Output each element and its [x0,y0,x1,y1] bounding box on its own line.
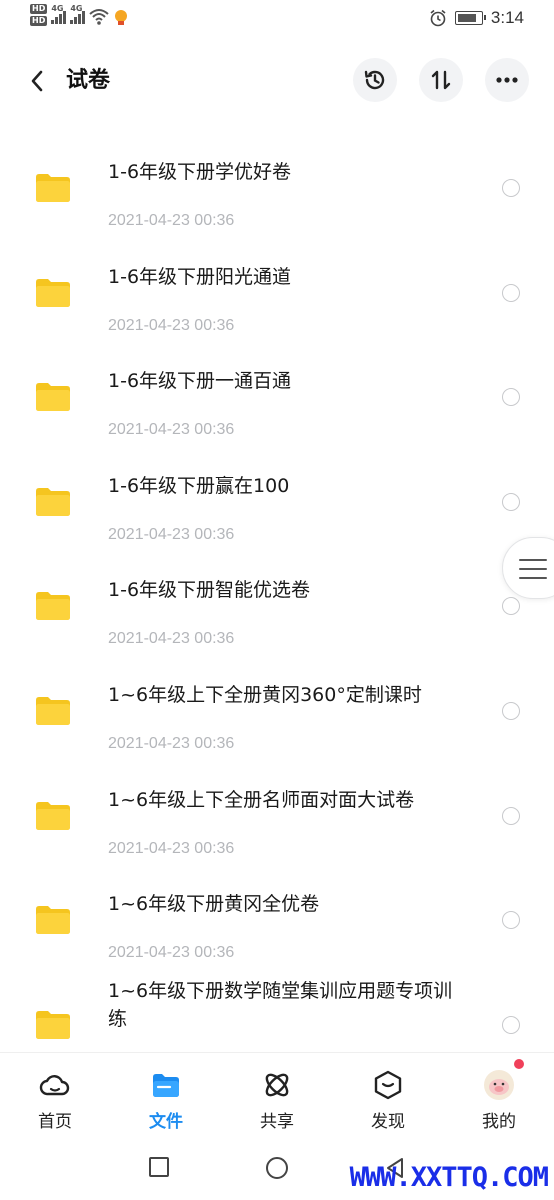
app-notification-icon [115,10,128,25]
more-dots-icon [496,77,518,83]
folder-icon [36,801,70,830]
status-right: 3:14 [429,8,524,28]
circle-icon [266,1157,288,1179]
square-icon [149,1157,169,1177]
more-button[interactable] [485,58,529,102]
file-name: 1-6年级下册智能优选卷 [108,579,311,602]
file-list-item[interactable]: 1~6年级下册数学随堂集训应用题专项训练 [0,973,554,1052]
file-name: 1~6年级下册黄冈全优卷 [108,893,320,916]
hd-badges: HD HD [30,4,48,26]
file-name: 1~6年级上下全册名师面对面大试卷 [108,788,415,811]
battery-icon [454,11,486,25]
nav-item-discover[interactable]: 发现 [333,1053,443,1139]
file-date: 2021-04-23 00:36 [108,421,235,439]
folder-icon [36,697,70,725]
folder-icon [36,174,70,202]
bottom-nav: 首页 文件 共享 发现 我的 [0,1052,554,1138]
nav-item-share[interactable]: 共享 [222,1053,332,1139]
folder-icon [36,592,70,621]
alarm-icon [430,9,446,27]
file-list-item[interactable]: 1-6年级下册一通百通 2021-04-23 00:36 [0,345,554,449]
file-date: 2021-04-23 00:36 [108,630,235,648]
select-radio[interactable] [502,283,520,302]
file-date: 2021-04-23 00:36 [108,944,235,962]
folder-icon [36,1010,70,1039]
file-list-item[interactable]: 1-6年级下册赢在100 2021-04-23 00:36 [0,450,554,554]
status-bar: HD HD 4G 4G 3:14 [0,0,554,38]
file-name: 1-6年级下册阳光通道 [108,265,292,288]
page-title: 试卷 [66,68,111,93]
sort-icon [431,70,451,90]
header: 试卷 [0,52,554,110]
nav-label-discover: 发现 [371,1112,405,1132]
atom-share-icon [265,1073,289,1097]
nav-item-home[interactable]: 首页 [0,1053,110,1139]
select-radio[interactable] [502,179,520,197]
nav-label-share: 共享 [260,1112,294,1132]
select-radio[interactable] [502,492,520,511]
select-radio[interactable] [502,1015,520,1034]
folder-icon [36,487,70,516]
file-list-item[interactable]: 1~6年级上下全册黄冈360°定制课时 2021-04-23 00:36 [0,659,554,763]
avatar-icon [484,1070,514,1100]
nav-item-files[interactable]: 文件 [111,1053,221,1139]
file-list-item[interactable]: 1-6年级下册学优好卷 2021-04-23 00:36 [0,136,554,240]
file-name: 1~6年级下册数学随堂集训应用题专项训练 [108,979,453,1030]
select-radio[interactable] [502,388,520,407]
hd-badge-1: HD [30,4,48,14]
file-list-item[interactable]: 1~6年级下册黄冈全优卷 2021-04-23 00:36 [0,868,554,972]
file-date: 2021-04-23 00:36 [108,839,235,857]
file-name: 1~6年级上下全册黄冈360°定制课时 [108,684,422,706]
notification-dot [514,1059,524,1069]
watermark-text: WWW.XXTTQ.COM [349,1162,549,1193]
status-time: 3:14 [490,8,524,27]
file-list: 1-6年级下册学优好卷 2021-04-23 00:36 1-6年级下册阳光通道 20… [0,122,554,1052]
sort-button[interactable] [419,58,463,102]
file-name: 1-6年级下册赢在100 [108,474,290,497]
recent-apps-button[interactable] [148,1156,170,1182]
wifi-icon [89,9,110,25]
file-name: 1-6年级下册学优好卷 [108,161,292,183]
signal-icon-1: 4G [51,4,67,24]
battery-fill [457,14,476,22]
nav-label-home: 首页 [38,1112,72,1132]
folder-icon [36,278,70,307]
history-button[interactable] [353,58,397,102]
signal-icon-2: 4G [70,4,86,24]
nav-label-mine: 我的 [482,1112,516,1132]
file-list-item[interactable]: 1-6年级下册阳光通道 2021-04-23 00:36 [0,241,554,345]
select-radio[interactable] [502,806,520,825]
select-radio[interactable] [502,702,520,720]
folder-icon [36,906,70,935]
file-date: 2021-04-23 00:36 [108,316,235,334]
menu-lines-icon [519,559,547,586]
hd-badge-2: HD [30,16,48,26]
chevron-left-icon [31,70,43,92]
folder-icon [36,383,70,412]
select-radio[interactable] [502,597,520,616]
file-date: 2021-04-23 00:36 [108,735,235,752]
status-left: HD HD 4G 4G [30,4,129,26]
nav-item-mine[interactable]: 我的 [444,1053,554,1139]
file-name: 1-6年级下册一通百通 [108,370,292,393]
select-radio[interactable] [502,911,520,930]
file-date: 2021-04-23 00:36 [108,525,235,543]
folder-icon [153,1074,179,1097]
cloud-home-icon [39,1075,70,1096]
file-date: 2021-04-23 00:36 [108,212,235,229]
nav-label-files: 文件 [149,1112,183,1132]
file-list-item[interactable]: 1-6年级下册智能优选卷 2021-04-23 00:36 [0,554,554,658]
history-icon [364,70,385,90]
discover-box-icon [374,1070,402,1100]
home-system-button[interactable] [265,1156,289,1184]
back-button[interactable] [22,66,52,96]
file-list-item[interactable]: 1~6年级上下全册名师面对面大试卷 2021-04-23 00:36 [0,764,554,868]
